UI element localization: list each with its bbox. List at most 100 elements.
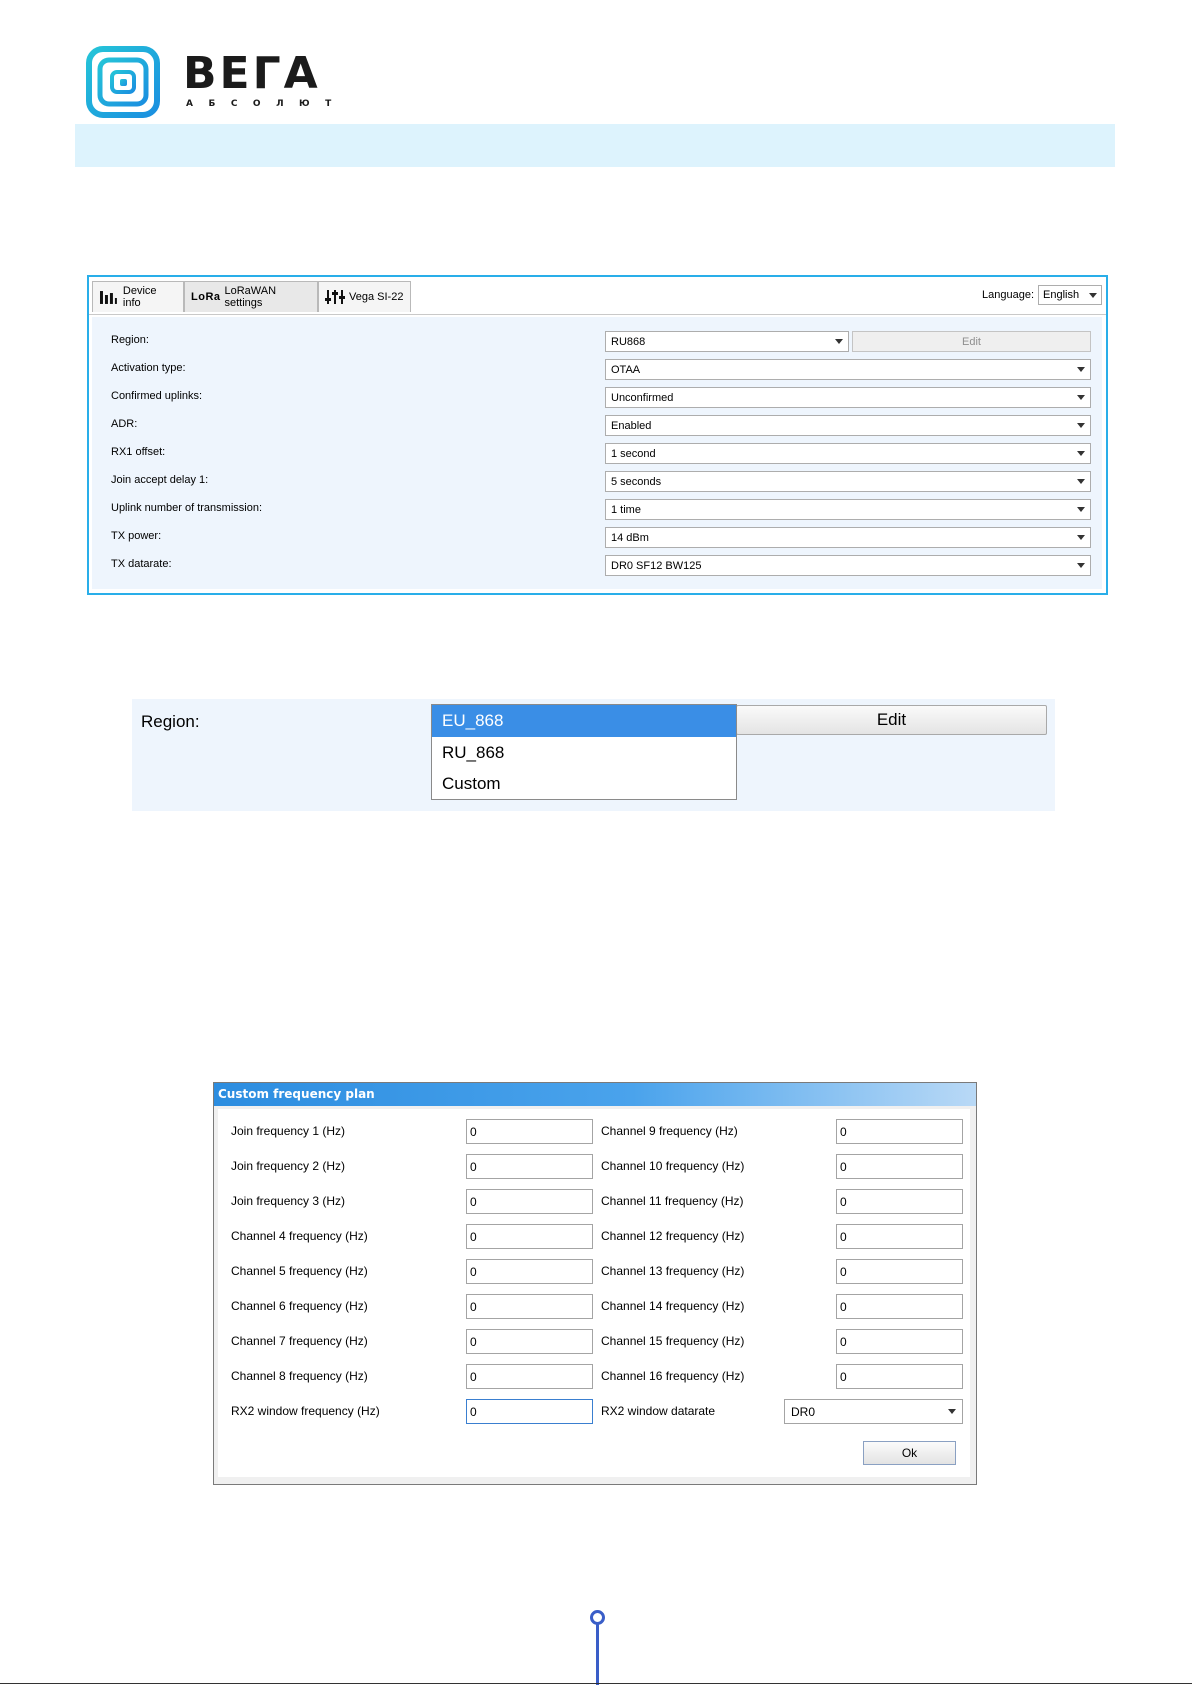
join-freq-2-label: Join frequency 2 (Hz) (231, 1159, 346, 1173)
sliders-icon (325, 290, 345, 304)
freq-row: Channel 8 frequency (Hz) 0 Channel 16 fr… (218, 1364, 970, 1390)
freq-row: Channel 7 frequency (Hz) 0 Channel 15 fr… (218, 1329, 970, 1355)
channel-6-label: Channel 6 frequency (Hz) (231, 1299, 368, 1313)
chevron-down-icon (948, 1409, 956, 1414)
rx2-datarate-label: RX2 window datarate (601, 1404, 716, 1418)
combo-value: 14 dBm (611, 531, 649, 544)
rx2-freq-input[interactable]: 0 (466, 1399, 593, 1424)
tab-label: LoRaWAN settings (224, 285, 277, 309)
freq-row: Join frequency 3 (Hz) 0 Channel 11 frequ… (218, 1189, 970, 1215)
confirmed-uplinks-combo[interactable]: Unconfirmed (605, 387, 1091, 408)
field-confirmed-uplinks: Confirmed uplinks: Unconfirmed (92, 386, 1102, 410)
combo-value: RU868 (611, 335, 646, 348)
channel-7-label: Channel 7 frequency (Hz) (231, 1334, 368, 1348)
channel-14-label: Channel 14 frequency (Hz) (601, 1299, 745, 1313)
language-selector: Language: English (982, 285, 1102, 305)
chevron-down-icon (1077, 507, 1085, 512)
footer-stem (596, 1620, 599, 1685)
channel-5-input[interactable]: 0 (466, 1259, 593, 1284)
channel-8-label: Channel 8 frequency (Hz) (231, 1369, 368, 1383)
channel-12-input[interactable]: 0 (836, 1224, 963, 1249)
tab-bar: Device info LoRa LoRaWAN settings Vega S… (89, 277, 1106, 315)
chevron-down-icon (1077, 367, 1085, 372)
region-option-eu868[interactable]: EU_868 (432, 705, 736, 737)
join-freq-3-input[interactable]: 0 (466, 1189, 593, 1214)
region-option-custom[interactable]: Custom (432, 768, 736, 799)
chevron-down-icon (1077, 423, 1085, 428)
rx2-datarate-select[interactable]: DR0 (784, 1399, 963, 1424)
chevron-down-icon (835, 339, 843, 344)
chevron-down-icon (1077, 395, 1085, 400)
field-tx-datarate: TX datarate: DR0 SF12 BW125 (92, 554, 1102, 578)
channel-13-input[interactable]: 0 (836, 1259, 963, 1284)
uplink-transmissions-combo[interactable]: 1 time (605, 499, 1091, 520)
channel-9-label: Channel 9 frequency (Hz) (601, 1124, 738, 1138)
channel-4-input[interactable]: 0 (466, 1224, 593, 1249)
channel-9-input[interactable]: 0 (836, 1119, 963, 1144)
chevron-down-icon (1077, 451, 1085, 456)
field-label: Region: (111, 334, 149, 346)
region-options-list: EU_868 RU_868 Custom (431, 704, 737, 800)
tab-device-info[interactable]: Device info (92, 281, 184, 312)
rx1-offset-combo[interactable]: 1 second (605, 443, 1091, 464)
field-label: Confirmed uplinks: (111, 390, 203, 402)
edit-button[interactable]: Edit (736, 705, 1047, 735)
channel-16-label: Channel 16 frequency (Hz) (601, 1369, 745, 1383)
language-combo[interactable]: English (1038, 285, 1102, 305)
freq-row: RX2 window frequency (Hz) 0 RX2 window d… (218, 1399, 970, 1425)
region-combo[interactable]: RU868 (605, 331, 849, 352)
channel-11-input[interactable]: 0 (836, 1189, 963, 1214)
language-label: Language: (982, 289, 1034, 301)
channel-6-input[interactable]: 0 (466, 1294, 593, 1319)
combo-value: Enabled (611, 419, 652, 432)
join-freq-1-input[interactable]: 0 (466, 1119, 593, 1144)
field-label: Activation type: (111, 362, 186, 374)
field-join-accept-delay: Join accept delay 1: 5 seconds (92, 470, 1102, 494)
field-label: TX datarate: (111, 558, 172, 570)
language-value: English (1043, 289, 1080, 301)
join-freq-1-label: Join frequency 1 (Hz) (231, 1124, 346, 1138)
channel-14-input[interactable]: 0 (836, 1294, 963, 1319)
ok-button[interactable]: Ok (863, 1441, 956, 1465)
field-label: ADR: (111, 418, 138, 430)
chevron-down-icon (1077, 479, 1085, 484)
tx-datarate-combo[interactable]: DR0 SF12 BW125 (605, 555, 1091, 576)
chevron-down-icon (1077, 535, 1085, 540)
join-freq-2-input[interactable]: 0 (466, 1154, 593, 1179)
channel-10-input[interactable]: 0 (836, 1154, 963, 1179)
vega-logo-icon (86, 46, 160, 118)
channel-12-label: Channel 12 frequency (Hz) (601, 1229, 745, 1243)
channel-13-label: Channel 13 frequency (Hz) (601, 1264, 745, 1278)
region-option-ru868[interactable]: RU_868 (432, 737, 736, 768)
freq-row: Join frequency 2 (Hz) 0 Channel 10 frequ… (218, 1154, 970, 1180)
channel-8-input[interactable]: 0 (466, 1364, 593, 1389)
combo-value: 1 time (611, 503, 641, 516)
field-label: TX power: (111, 530, 162, 542)
tx-power-combo[interactable]: 14 dBm (605, 527, 1091, 548)
activation-type-combo[interactable]: OTAA (605, 359, 1091, 380)
join-freq-3-label: Join frequency 3 (Hz) (231, 1194, 346, 1208)
freq-row: Channel 4 frequency (Hz) 0 Channel 12 fr… (218, 1224, 970, 1250)
channel-5-label: Channel 5 frequency (Hz) (231, 1264, 368, 1278)
field-adr: ADR: Enabled (92, 414, 1102, 438)
channel-16-input[interactable]: 0 (836, 1364, 963, 1389)
brand-subtitle: АБСОЛЮТ (186, 99, 347, 109)
header-bar (75, 124, 1115, 167)
footer-line (0, 1683, 1192, 1684)
channel-7-input[interactable]: 0 (466, 1329, 593, 1354)
channel-15-label: Channel 15 frequency (Hz) (601, 1334, 745, 1348)
rx2-freq-label: RX2 window frequency (Hz) (231, 1404, 380, 1418)
region-label: Region: (141, 712, 200, 731)
freq-row: Join frequency 1 (Hz) 0 Channel 9 freque… (218, 1119, 970, 1145)
region-dropdown-panel: Region: Edit EU_868 RU_868 Custom (132, 699, 1055, 811)
tab-label: Vega SI-22 (349, 291, 404, 303)
combo-value: DR0 SF12 BW125 (611, 559, 702, 572)
edit-button[interactable]: Edit (852, 331, 1091, 352)
tab-lorawan-settings[interactable]: LoRa LoRaWAN settings (184, 281, 318, 312)
field-uplink-transmissions: Uplink number of transmission: 1 time (92, 498, 1102, 522)
channel-15-input[interactable]: 0 (836, 1329, 963, 1354)
tab-vega-si22[interactable]: Vega SI-22 (318, 281, 411, 312)
join-accept-delay-combo[interactable]: 5 seconds (605, 471, 1091, 492)
dialog-title: Custom frequency plan (214, 1083, 976, 1106)
adr-combo[interactable]: Enabled (605, 415, 1091, 436)
